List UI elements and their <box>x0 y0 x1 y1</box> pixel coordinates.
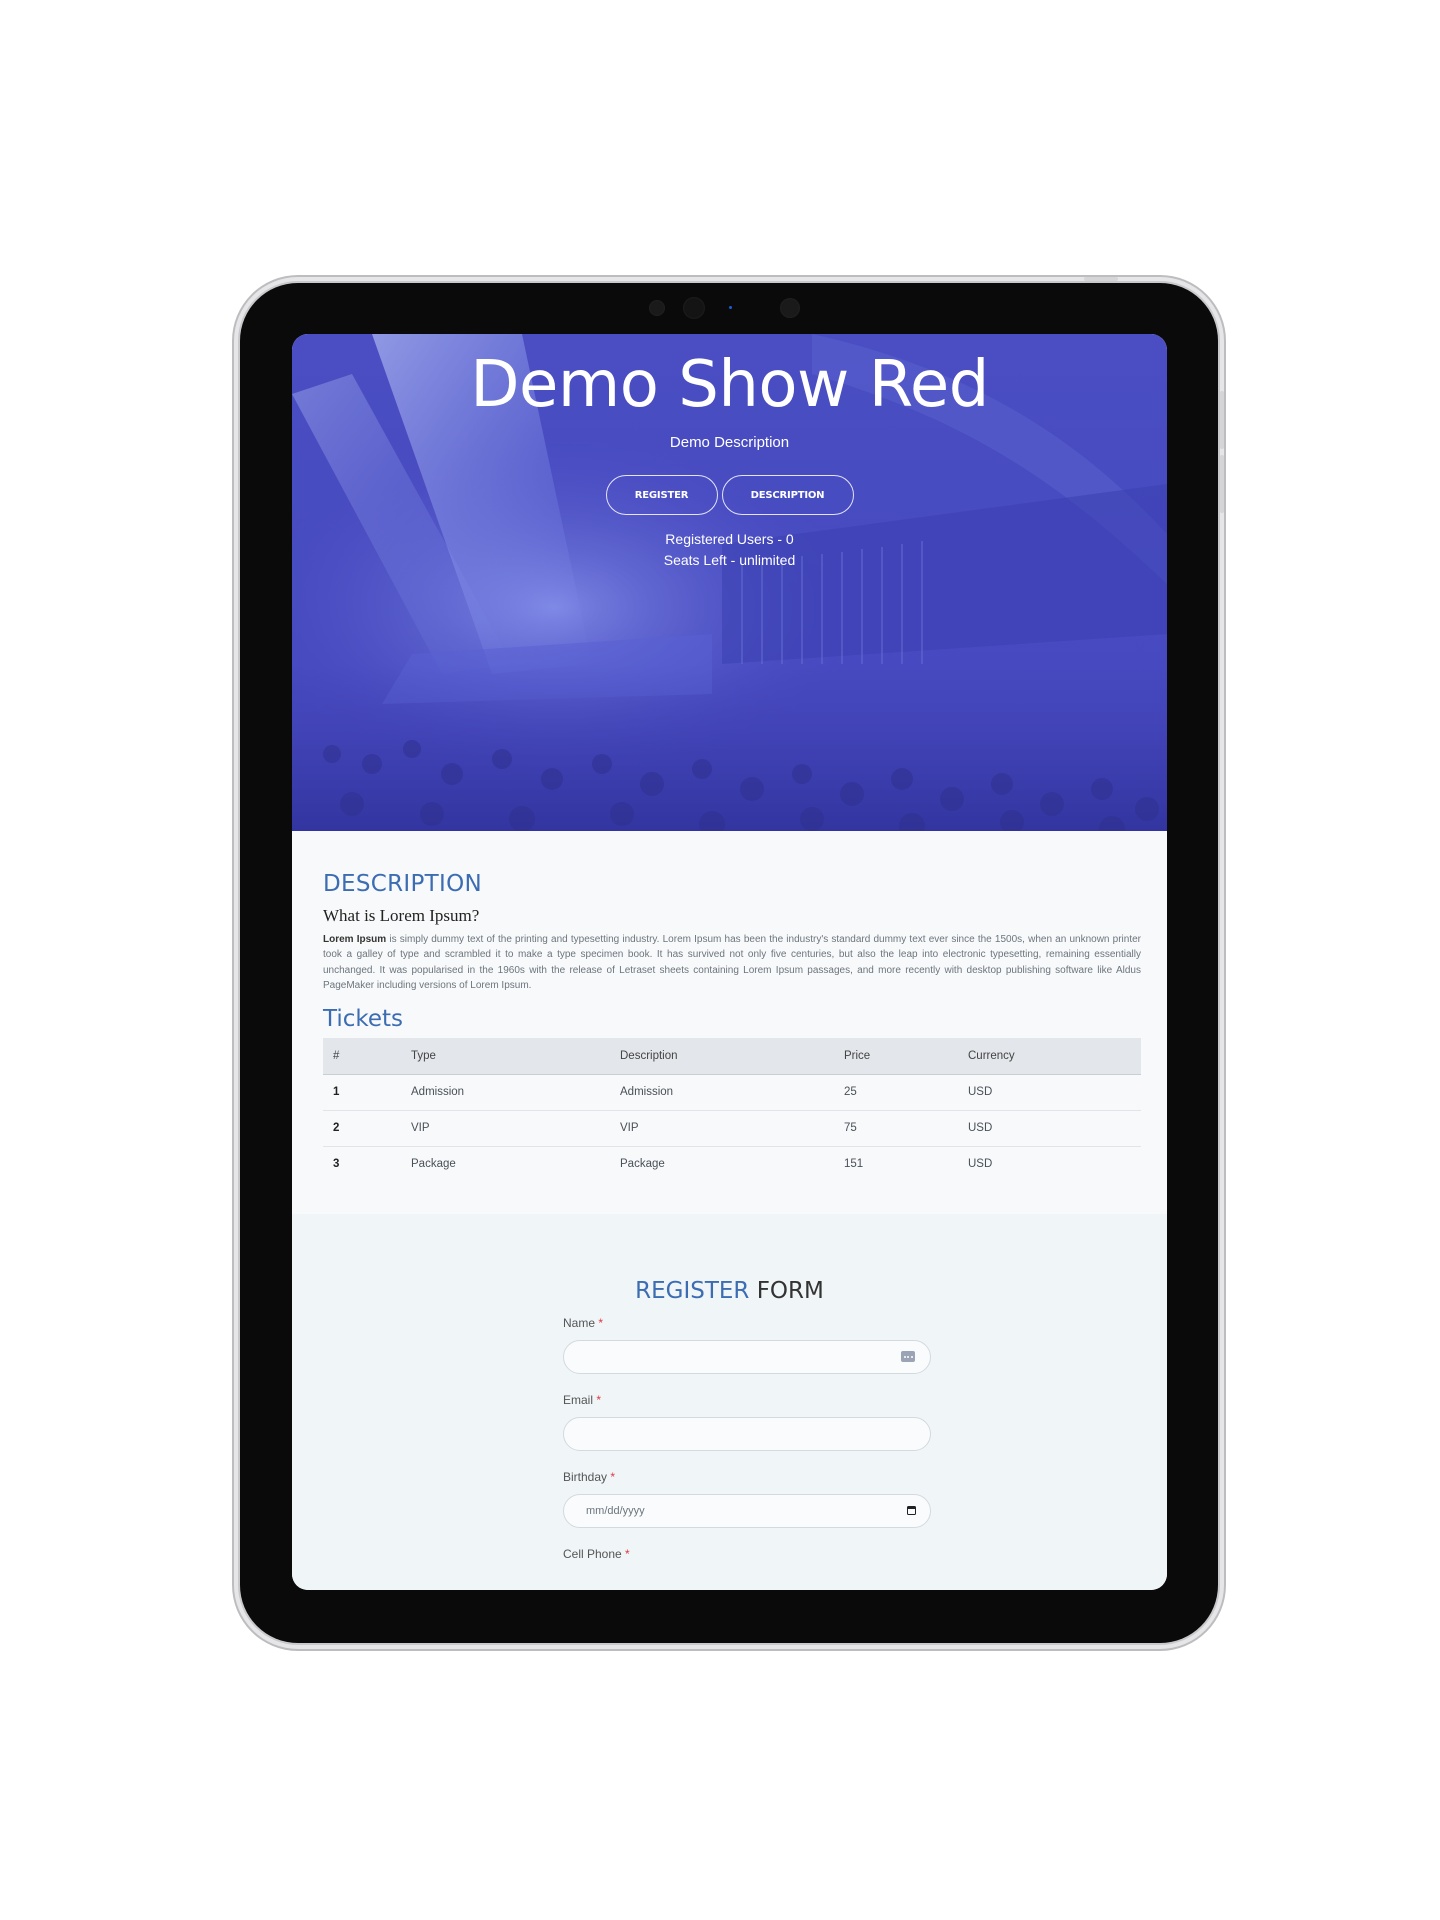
page-background: Demo Show Red Demo Description REGISTER … <box>0 0 1440 1920</box>
description-subheading: What is Lorem Ipsum? <box>323 906 480 925</box>
description-text: is simply dummy text of the printing and… <box>323 934 1142 992</box>
ticket-currency: USD <box>958 1145 1141 1182</box>
description-section: DESCRIPTION What is Lorem Ipsum? Lorem I… <box>292 831 1167 1214</box>
ticket-number: 1 <box>333 1086 340 1099</box>
ticket-number: 3 <box>323 1145 401 1182</box>
phone-label-text: Cell Phone <box>563 1547 626 1561</box>
ticket-description: Admission <box>620 1086 674 1099</box>
required-marker: * <box>610 1470 616 1484</box>
tickets-heading: Tickets <box>323 1005 404 1032</box>
seats-left-count: Seats Left - unlimited <box>663 552 796 568</box>
required-marker: * <box>598 1316 604 1330</box>
description-button[interactable]: DESCRIPTION <box>721 475 854 515</box>
description-lead: Lorem Ipsum <box>323 934 387 945</box>
ticket-price: 25 <box>844 1086 857 1099</box>
tickets-table: # Type Description Price Currency 1 Admi… <box>323 1037 1141 1182</box>
ticket-description: VIP <box>610 1109 834 1147</box>
form-title-accent: REGISTER <box>635 1278 750 1304</box>
calendar-icon[interactable] <box>907 1506 916 1515</box>
top-button <box>1084 277 1118 281</box>
table-header-row: # Type Description Price Currency <box>323 1037 1141 1075</box>
register-button[interactable]: REGISTER <box>605 475 718 515</box>
email-input[interactable] <box>563 1417 931 1451</box>
form-title: REGISTER FORM <box>292 1278 1167 1304</box>
description-heading: DESCRIPTION <box>323 871 482 897</box>
ticket-type: VIP <box>401 1109 610 1147</box>
ticket-type: Admission <box>411 1086 465 1099</box>
hero-button-group: REGISTER DESCRIPTION <box>292 475 1167 515</box>
column-header: Type <box>401 1037 610 1075</box>
register-form-section: REGISTER FORM Name * Email * Birthday * … <box>292 1214 1167 1590</box>
ticket-price: 151 <box>834 1145 958 1182</box>
event-stats: Registered Users - 0 Seats Left - unlimi… <box>292 529 1167 571</box>
led-icon <box>729 306 732 309</box>
autofill-icon[interactable] <box>901 1351 915 1362</box>
phone-label: Cell Phone * <box>563 1547 931 1564</box>
required-marker: * <box>625 1547 630 1561</box>
email-label: Email * <box>563 1393 931 1410</box>
name-label: Name * <box>563 1316 931 1333</box>
column-header: Price <box>834 1037 958 1075</box>
table-row: 3 Package Package 151 USD <box>323 1145 1141 1182</box>
table-row: 2 VIP VIP 75 USD <box>323 1109 1141 1147</box>
hero-banner: Demo Show Red Demo Description REGISTER … <box>292 334 1167 831</box>
ticket-currency: USD <box>958 1109 1141 1147</box>
volume-down-button <box>1220 455 1224 513</box>
birthday-placeholder: mm/dd/yyyy <box>586 1505 645 1517</box>
name-label-text: Name <box>563 1316 599 1330</box>
register-form: Name * Email * Birthday * mm/dd/yyyy Cel… <box>563 1316 931 1564</box>
name-input[interactable] <box>563 1340 931 1374</box>
required-marker: * <box>596 1393 602 1407</box>
form-title-rest: FORM <box>749 1278 824 1304</box>
volume-up-button <box>1220 391 1224 449</box>
column-header: # <box>323 1037 401 1075</box>
column-header: Description <box>610 1037 834 1075</box>
sensor-icon <box>649 300 665 316</box>
camera-icon <box>683 297 705 319</box>
ticket-type: Package <box>401 1145 610 1182</box>
birthday-label: Birthday * <box>563 1470 931 1487</box>
tablet-frame: Demo Show Red Demo Description REGISTER … <box>240 277 1224 1643</box>
ticket-number: 2 <box>323 1109 401 1147</box>
description-body: Lorem Ipsum is simply dummy text of the … <box>323 932 1141 994</box>
column-header: Currency <box>958 1037 1141 1075</box>
tablet-screen: Demo Show Red Demo Description REGISTER … <box>292 334 1167 1590</box>
ticket-currency: USD <box>968 1086 993 1099</box>
sensor-icon <box>780 298 800 318</box>
birthday-label-text: Birthday <box>563 1470 611 1484</box>
table-row: 1 Admission Admission 25 USD <box>323 1074 1141 1110</box>
hero-content: Demo Show Red Demo Description REGISTER … <box>292 334 1167 571</box>
event-title: Demo Show Red <box>470 348 989 422</box>
birthday-input[interactable]: mm/dd/yyyy <box>563 1494 931 1528</box>
ticket-price: 75 <box>834 1109 958 1147</box>
registered-users-count: Registered Users - 0 <box>665 531 794 547</box>
ticket-description: Package <box>610 1145 834 1182</box>
event-description: Demo Description <box>669 434 790 451</box>
email-label-text: Email <box>563 1393 597 1407</box>
